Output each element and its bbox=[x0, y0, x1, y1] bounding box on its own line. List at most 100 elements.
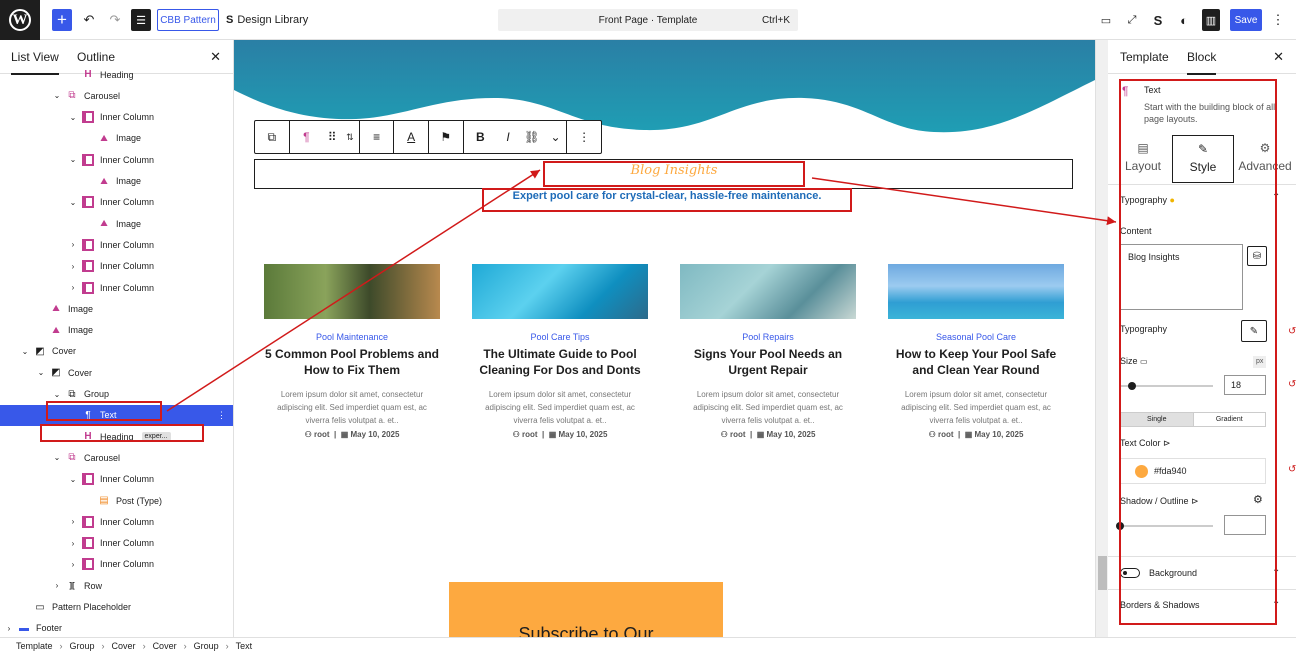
row-options-icon[interactable]: ⋮ bbox=[217, 410, 226, 421]
chevron-right-icon[interactable]: › bbox=[68, 539, 78, 548]
post-author[interactable]: root bbox=[522, 430, 538, 439]
tab-template[interactable]: Template bbox=[1120, 50, 1169, 64]
breadcrumb-item[interactable]: Text bbox=[236, 641, 253, 651]
tab-advanced[interactable]: ⚙ Advanced bbox=[1234, 135, 1296, 183]
tree-item-image[interactable]: ⛰ Image bbox=[0, 128, 233, 149]
chevron-right-icon[interactable]: › bbox=[68, 560, 78, 569]
tab-list-view[interactable]: List View bbox=[11, 50, 59, 75]
tree-item-pattern-placeholder[interactable]: ▭ Pattern Placeholder bbox=[0, 597, 233, 618]
breadcrumb-item[interactable]: Group bbox=[70, 641, 95, 651]
reset-icon[interactable]: ↺ bbox=[1288, 464, 1296, 475]
post-card[interactable]: Pool Care Tips The Ultimate Guide to Pool… bbox=[472, 264, 648, 439]
chevron-down-icon[interactable]: ⌄ bbox=[52, 91, 62, 100]
post-category[interactable]: Pool Repairs bbox=[680, 332, 856, 342]
tree-item-inner-column[interactable]: › Inner Column bbox=[0, 554, 233, 575]
tab-block[interactable]: Block bbox=[1187, 50, 1217, 75]
spectra-icon[interactable]: S bbox=[1150, 9, 1166, 31]
editor-canvas[interactable]: ⧉ ¶ ⠿ ⇅ ≡ A ⚑ B I ⛓ ⌄ ⋮ Blog Insights Ex… bbox=[234, 40, 1095, 637]
post-card[interactable]: Pool Repairs Signs Your Pool Needs an Urg… bbox=[680, 264, 856, 439]
tree-item-inner-column[interactable]: › Inner Column bbox=[0, 511, 233, 532]
size-unit-toggle[interactable]: px bbox=[1253, 356, 1267, 368]
tree-item-footer[interactable]: › ▬ Footer bbox=[0, 618, 233, 637]
tree-item-inner-column[interactable]: › Inner Column bbox=[0, 533, 233, 554]
contrast-icon[interactable]: ◐ bbox=[1176, 9, 1192, 31]
flag-icon[interactable]: ⚑ bbox=[429, 130, 463, 144]
post-author[interactable]: root bbox=[314, 430, 330, 439]
post-category[interactable]: Seasonal Pool Care bbox=[888, 332, 1064, 342]
chevron-right-icon[interactable]: › bbox=[68, 283, 78, 292]
tree-item-inner-column[interactable]: › Inner Column bbox=[0, 234, 233, 255]
blog-title-text[interactable]: Blog Insights bbox=[544, 163, 804, 178]
link-icon[interactable]: ⛓ bbox=[519, 130, 545, 144]
tree-item-heading[interactable]: H Heading bbox=[0, 64, 233, 85]
reset-icon[interactable]: ↺ bbox=[1288, 326, 1296, 337]
background-toggle[interactable] bbox=[1120, 568, 1140, 578]
chevron-right-icon[interactable]: › bbox=[68, 517, 78, 526]
design-library-button[interactable]: S Design Library bbox=[226, 9, 308, 31]
breadcrumb-item[interactable]: Template bbox=[16, 641, 53, 651]
tree-item-cover[interactable]: ⌄ ◩ Cover bbox=[0, 362, 233, 383]
content-textarea[interactable]: Blog Insights bbox=[1120, 244, 1243, 310]
drag-handle-icon[interactable]: ⠿ bbox=[323, 130, 341, 144]
chevron-down-icon[interactable]: ⌄ bbox=[52, 390, 62, 399]
tree-item-text[interactable]: ¶ Text ⋮ bbox=[0, 404, 233, 426]
paragraph-icon[interactable]: ¶ bbox=[290, 130, 324, 144]
text-color-picker[interactable]: #fda940 bbox=[1120, 458, 1266, 484]
post-title[interactable]: How to Keep Your Pool Safe and Clean Yea… bbox=[888, 346, 1064, 378]
tree-item-inner-column[interactable]: ⌄ Inner Column bbox=[0, 107, 233, 128]
global-color-icon[interactable]: ⊳ bbox=[1191, 496, 1199, 506]
close-icon[interactable]: ✕ bbox=[1273, 49, 1284, 65]
chevron-down-icon[interactable]: ⌄ bbox=[36, 368, 46, 377]
tree-item-inner-column[interactable]: ⌄ Inner Column bbox=[0, 192, 233, 213]
shadow-number-input[interactable] bbox=[1224, 515, 1266, 535]
post-featured-image[interactable] bbox=[472, 264, 648, 319]
more-options-icon[interactable]: ⋮ bbox=[1272, 9, 1285, 31]
chevron-down-icon[interactable]: ⌄ bbox=[20, 347, 30, 356]
post-author[interactable]: root bbox=[938, 430, 954, 439]
save-button[interactable]: Save bbox=[1230, 9, 1262, 31]
post-featured-image[interactable] bbox=[680, 264, 856, 319]
canvas-scrollbar[interactable] bbox=[1095, 40, 1108, 637]
size-slider-handle[interactable] bbox=[1128, 382, 1136, 390]
chevron-down-icon[interactable]: ⌄ bbox=[68, 475, 78, 484]
post-title[interactable]: Signs Your Pool Needs an Urgent Repair bbox=[680, 346, 856, 378]
chevron-down-icon[interactable]: ⌄ bbox=[1272, 596, 1280, 607]
tree-item-inner-column[interactable]: ⌄ Inner Column bbox=[0, 469, 233, 490]
tree-item-post-type[interactable]: ▤ Post (Type) bbox=[0, 490, 233, 511]
gear-icon[interactable]: ⚙ bbox=[1253, 493, 1263, 506]
post-card[interactable]: Seasonal Pool Care How to Keep Your Pool … bbox=[888, 264, 1064, 439]
breadcrumb-item[interactable]: Group bbox=[194, 641, 219, 651]
tree-item-carousel[interactable]: ⌄ ⧉ Carousel bbox=[0, 447, 233, 468]
tree-item-image[interactable]: ⛰ Image bbox=[0, 171, 233, 192]
chevron-down-icon[interactable]: ⌄ bbox=[1272, 564, 1280, 575]
shadow-slider-handle[interactable] bbox=[1116, 522, 1124, 530]
move-up-down-icon[interactable]: ⇅ bbox=[341, 132, 359, 143]
borders-shadows-label[interactable]: Borders & Shadows bbox=[1120, 600, 1200, 610]
post-featured-image[interactable] bbox=[888, 264, 1064, 319]
global-color-icon[interactable]: ⊳ bbox=[1163, 438, 1171, 448]
edit-typography-pencil-icon[interactable]: ✎ bbox=[1241, 320, 1267, 342]
wordpress-logo-icon[interactable]: W bbox=[0, 0, 40, 40]
post-author[interactable]: root bbox=[730, 430, 746, 439]
tab-style[interactable]: ✎ Style bbox=[1172, 135, 1234, 183]
tree-item-group[interactable]: ⌄ ⧉ Group bbox=[0, 384, 233, 405]
size-number-input[interactable]: 18 bbox=[1224, 375, 1266, 395]
chevron-down-icon[interactable]: ⌄ bbox=[68, 113, 78, 122]
document-overview-button[interactable]: ☰ bbox=[131, 9, 151, 31]
tree-item-image[interactable]: ⛰ Image bbox=[0, 298, 233, 319]
single-option[interactable]: Single bbox=[1121, 413, 1194, 426]
chevron-down-icon[interactable]: ⌄ bbox=[545, 130, 567, 144]
text-color-icon[interactable]: A bbox=[394, 130, 428, 144]
post-card[interactable]: Pool Maintenance 5 Common Pool Problems a… bbox=[264, 264, 440, 439]
block-options-icon[interactable]: ⋮ bbox=[567, 130, 601, 144]
fullscreen-icon[interactable]: ⤢ bbox=[1124, 9, 1140, 31]
subtitle-heading[interactable]: Expert pool care for crystal-clear, hass… bbox=[484, 190, 850, 202]
tab-outline[interactable]: Outline bbox=[77, 50, 115, 64]
breadcrumb-item[interactable]: Cover bbox=[112, 641, 136, 651]
chevron-up-icon[interactable]: ⌃ bbox=[1272, 192, 1280, 203]
chevron-right-icon[interactable]: › bbox=[52, 581, 62, 590]
tree-item-inner-column[interactable]: › Inner Column bbox=[0, 256, 233, 277]
chevron-right-icon[interactable]: › bbox=[68, 240, 78, 249]
bold-icon[interactable]: B bbox=[464, 130, 498, 144]
chevron-down-icon[interactable]: ⌄ bbox=[68, 155, 78, 164]
